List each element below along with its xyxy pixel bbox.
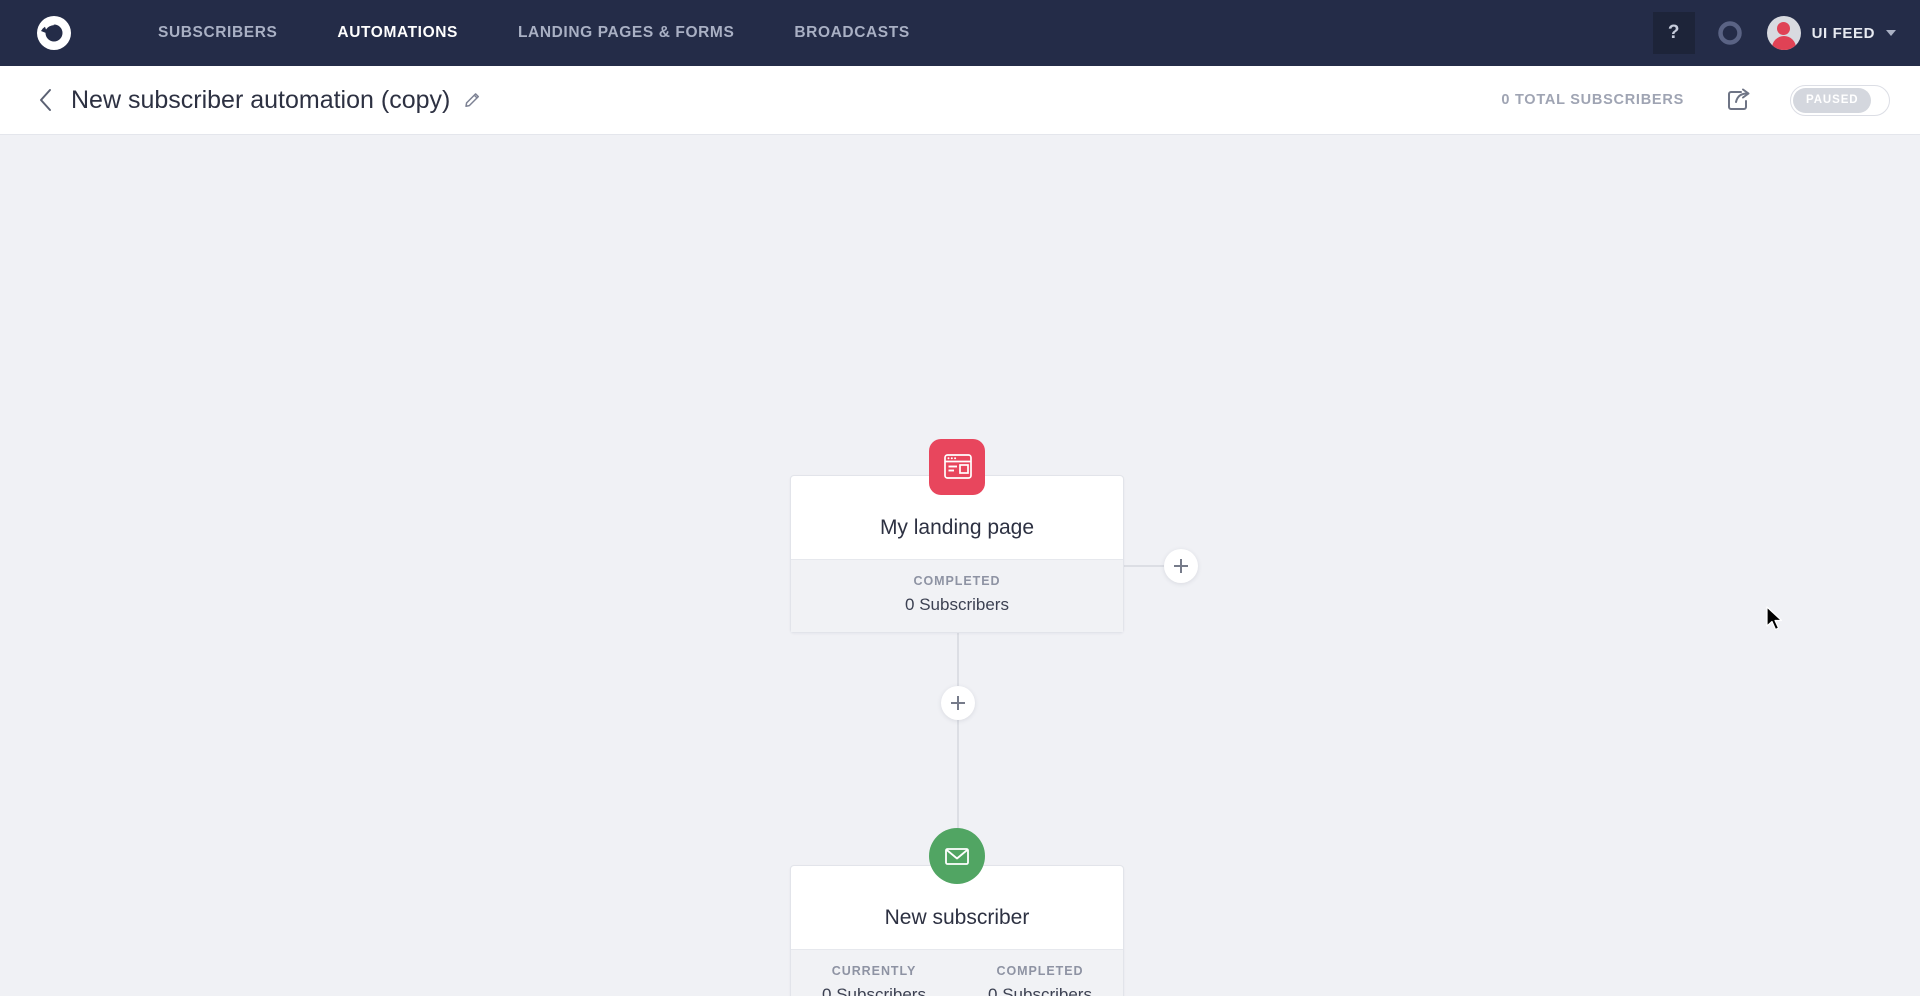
status-toggle[interactable]: PAUSED [1790, 84, 1890, 116]
nav-link-landing-pages-forms[interactable]: LANDING PAGES & FORMS [488, 0, 764, 66]
stat-label: COMPLETED [913, 574, 1001, 588]
add-step-first-button[interactable] [941, 686, 975, 720]
node-stats: CURRENTLY 0 Subscribers COMPLETED 0 Subs… [791, 949, 1123, 996]
page-subheader: New subscriber automation (copy) 0 TOTAL… [0, 66, 1920, 135]
nav-right-group: ? UI FEED [1652, 0, 1896, 66]
envelope-icon[interactable] [929, 828, 985, 884]
status-badge: PAUSED [1793, 87, 1872, 113]
stat-value: 0 Subscribers [822, 985, 926, 996]
share-icon[interactable] [1724, 85, 1754, 115]
account-name: UI FEED [1811, 24, 1875, 42]
nav-link-automations[interactable]: AUTOMATIONS [307, 0, 488, 66]
node-stats: COMPLETED 0 Subscribers [791, 559, 1123, 632]
node-stat: COMPLETED 0 Subscribers [791, 574, 1123, 615]
top-navigation-bar: SUBSCRIBERS AUTOMATIONS LANDING PAGES & … [0, 0, 1920, 66]
total-subscribers-label: 0 TOTAL SUBSCRIBERS [1501, 92, 1684, 108]
stat-label: CURRENTLY [831, 964, 917, 978]
stat-label: COMPLETED [996, 964, 1084, 978]
node-stat: COMPLETED 0 Subscribers [957, 964, 1123, 996]
browser-window-icon[interactable] [929, 439, 985, 495]
convertkit-logo-icon[interactable] [28, 7, 80, 59]
pencil-icon[interactable] [463, 91, 482, 110]
back-button[interactable] [30, 79, 63, 121]
avatar [1766, 16, 1801, 50]
automation-node-landing-page[interactable]: My landing page COMPLETED 0 Subscribers [790, 475, 1124, 633]
arrow-cursor-icon [1766, 606, 1786, 639]
automation-canvas: My landing page COMPLETED 0 Subscribers [0, 135, 1920, 996]
help-button[interactable]: ? [1652, 12, 1695, 54]
node-stat: CURRENTLY 0 Subscribers [791, 964, 957, 996]
account-menu[interactable]: UI FEED [1766, 16, 1896, 50]
automation-node-new-subscriber[interactable]: New subscriber CURRENTLY 0 Subscribers C… [790, 865, 1124, 996]
stat-value: 0 Subscribers [988, 985, 1092, 996]
main-nav-links: SUBSCRIBERS AUTOMATIONS LANDING PAGES & … [128, 0, 940, 66]
stat-value: 0 Subscribers [905, 595, 1009, 614]
subheader-right-group: 0 TOTAL SUBSCRIBERS PAUSED [1501, 84, 1890, 116]
chevron-down-icon [1886, 30, 1896, 36]
nav-link-subscribers[interactable]: SUBSCRIBERS [128, 0, 307, 66]
add-step-side-button[interactable] [1164, 549, 1198, 583]
nav-link-broadcasts[interactable]: BROADCASTS [764, 0, 939, 66]
circle-outline-icon[interactable] [1717, 20, 1743, 46]
page-title: New subscriber automation (copy) [71, 85, 451, 114]
